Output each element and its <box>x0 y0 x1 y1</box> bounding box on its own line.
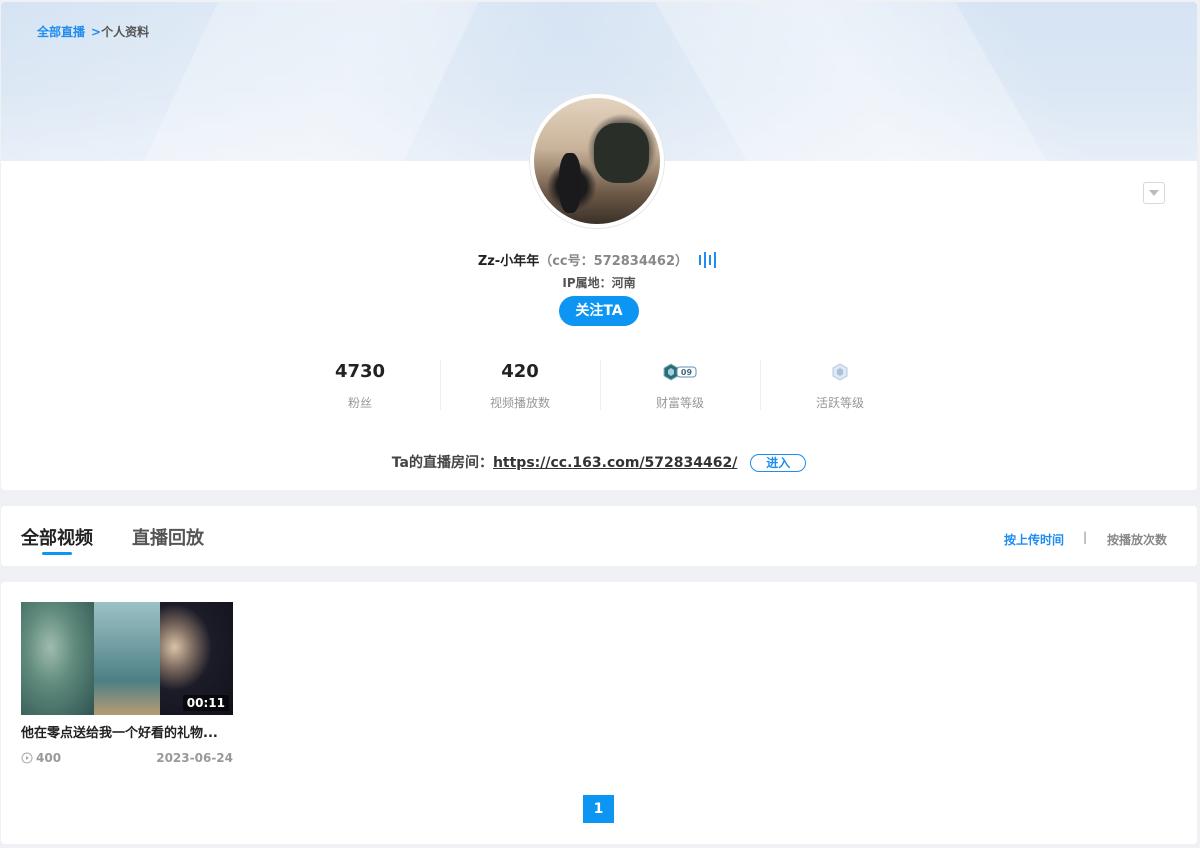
video-thumbnail[interactable]: 00:11 <box>21 602 233 715</box>
video-play-count: 400 <box>21 751 61 765</box>
nickname: Zz-小年年 <box>477 254 540 269</box>
stat-wealth-level: 09 财富等级 <box>600 354 760 414</box>
video-title[interactable]: 他在零点送给我一个好看的礼物... <box>21 722 233 741</box>
video-meta: 400 2023-06-24 <box>21 751 233 765</box>
fans-label: 粉丝 <box>347 396 372 410</box>
stat-activity-level: 活跃等级 <box>760 354 920 414</box>
sort-by-play-count[interactable]: 按播放次数 <box>1107 531 1167 548</box>
live-room-url[interactable]: https://cc.163.com/572834462/ <box>493 455 737 471</box>
play-icon <box>21 752 33 764</box>
wealth-level-badge: 09 <box>600 354 760 382</box>
live-room-prefix: Ta的直播房间： <box>391 455 493 471</box>
avatar <box>530 94 664 228</box>
profile-card: 全部直播 >个人资料 Zz-小年年（cc号：572834462） IP属地：河南 … <box>1 2 1197 490</box>
live-signal-icon[interactable] <box>698 251 720 272</box>
thumbnail-panel <box>21 602 94 715</box>
video-plays-label: 视频播放数 <box>489 396 550 410</box>
ip-location: IP属地：河南 <box>562 276 636 290</box>
breadcrumb-separator: > <box>91 25 102 39</box>
breadcrumb-home-link[interactable]: 全部直播 <box>37 25 85 39</box>
dropdown-toggle-button[interactable] <box>1143 182 1165 204</box>
video-plays-count: 420 <box>501 361 539 382</box>
activity-level-icon <box>760 354 920 382</box>
avatar-plant <box>594 123 649 183</box>
follow-button[interactable]: 关注TA <box>559 296 639 326</box>
profile-name-line: Zz-小年年（cc号：572834462） <box>1 250 1197 272</box>
sort-by-upload-time[interactable]: 按上传时间 <box>1004 531 1064 548</box>
active-tab-indicator <box>42 552 72 555</box>
chevron-down-icon <box>1149 190 1159 196</box>
video-card[interactable]: 00:11 他在零点送给我一个好看的礼物... 400 2023-06-24 <box>21 602 233 765</box>
breadcrumb-current: 个人资料 <box>101 25 150 39</box>
activity-level-label: 活跃等级 <box>815 396 864 410</box>
video-list: 00:11 他在零点送给我一个好看的礼物... 400 2023-06-24 1 <box>1 582 1197 844</box>
wealth-level-label: 财富等级 <box>655 396 704 410</box>
pagination-page-1[interactable]: 1 <box>583 795 614 823</box>
stats-row: 4730 粉丝 420 视频播放数 09 财富等级 活跃等级 <box>280 354 920 414</box>
cc-id: （cc号：572834462） <box>539 254 689 269</box>
fans-count: 4730 <box>334 361 386 382</box>
sort-divider: | <box>1083 530 1088 544</box>
live-room-line: Ta的直播房间：https://cc.163.com/572834462/ 进入 <box>1 452 1197 472</box>
video-play-count-value: 400 <box>36 751 62 765</box>
avatar-figure <box>559 153 581 213</box>
stat-fans: 4730 粉丝 <box>280 354 440 414</box>
video-duration: 00:11 <box>182 695 229 711</box>
video-tabs-bar: 全部视频 直播回放 按上传时间 | 按播放次数 <box>1 506 1197 566</box>
wealth-level-number: 09 <box>681 368 693 377</box>
tab-live-replay[interactable]: 直播回放 <box>132 524 204 550</box>
video-date: 2023-06-24 <box>156 751 233 765</box>
stat-video-plays: 420 视频播放数 <box>440 354 600 414</box>
breadcrumb: 全部直播 >个人资料 <box>37 23 149 40</box>
tab-all-videos[interactable]: 全部视频 <box>21 524 93 550</box>
thumbnail-panel <box>94 602 160 715</box>
banner-facet <box>655 2 1047 161</box>
enter-room-button[interactable]: 进入 <box>750 454 807 472</box>
banner-facet <box>143 2 479 161</box>
